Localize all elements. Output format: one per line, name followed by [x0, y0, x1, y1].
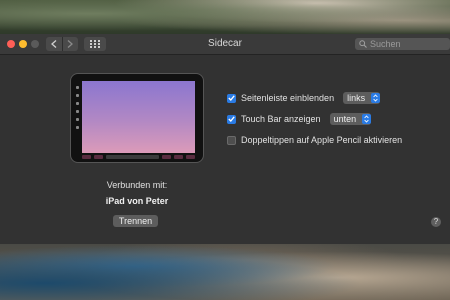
preferences-window: Sidecar Suchen Verbunden mit: iPad von P…: [0, 34, 450, 244]
checkmark-icon: [228, 116, 235, 122]
stepper-icon: [371, 93, 381, 103]
touchbar-position-select[interactable]: unten: [329, 113, 372, 125]
touchbar-checkbox[interactable]: [227, 114, 236, 124]
sidebar-position-select[interactable]: links: [343, 92, 381, 104]
checkmark-icon: [228, 95, 235, 101]
search-input[interactable]: Suchen: [355, 38, 450, 50]
device-name: iPad von Peter: [105, 196, 169, 206]
sidebar-checkbox[interactable]: [227, 93, 236, 103]
connected-label: Verbunden mit:: [106, 180, 168, 190]
sidebar-option: Seitenleiste einblenden links: [227, 92, 381, 104]
sidebar-option-label: Seitenleiste einblenden: [241, 93, 335, 103]
desktop-wallpaper-bottom: [0, 244, 450, 300]
touchbar-option: Touch Bar anzeigen unten: [227, 113, 372, 125]
touchbar-position-value: unten: [333, 114, 357, 124]
double-tap-option: Doppeltippen auf Apple Pencil aktivieren: [227, 135, 402, 145]
search-placeholder: Suchen: [370, 39, 401, 49]
disconnect-button[interactable]: Trennen: [113, 215, 158, 227]
sidebar-preview: [74, 86, 81, 129]
double-tap-checkbox[interactable]: [227, 135, 236, 145]
touchbar-preview: [82, 154, 195, 159]
title-bar: Sidecar Suchen: [0, 34, 450, 55]
ipad-screen: [82, 81, 195, 153]
search-icon: [359, 40, 367, 48]
ipad-illustration: [70, 73, 204, 163]
help-button[interactable]: ?: [431, 217, 441, 227]
stepper-icon: [362, 114, 372, 124]
touchbar-option-label: Touch Bar anzeigen: [241, 114, 321, 124]
double-tap-option-label: Doppeltippen auf Apple Pencil aktivieren: [241, 135, 403, 145]
desktop-wallpaper-top: [0, 0, 450, 34]
sidebar-position-value: links: [347, 93, 366, 103]
